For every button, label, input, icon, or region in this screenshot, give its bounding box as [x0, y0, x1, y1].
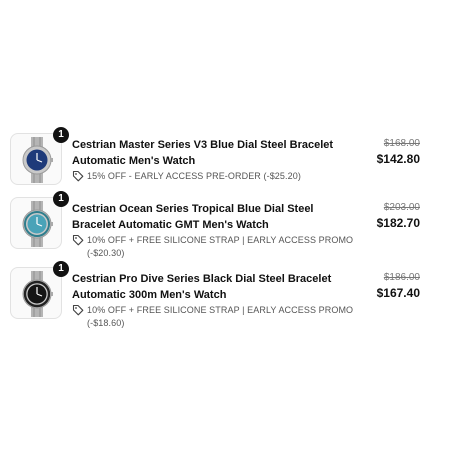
line-item: 1 Cestrian Ocean Series Tropical Blue Di…: [10, 191, 422, 258]
watch-image: [22, 137, 53, 183]
discount-label: 10% OFF + FREE SILICONE STRAP | EARLY AC…: [87, 235, 354, 258]
product-title: Cestrian Ocean Series Tropical Blue Dial…: [72, 203, 314, 231]
discount-row: 10% OFF + FREE SILICONE STRAP | EARLY AC…: [72, 304, 362, 330]
product-thumbnail: 1: [10, 127, 69, 185]
final-price: $167.40: [376, 286, 420, 300]
price-block: $203.00 $182.70: [350, 201, 420, 232]
product-thumbnail: 1: [10, 191, 69, 249]
price-block: $186.00 $167.40: [350, 271, 420, 302]
tag-icon: [72, 170, 84, 182]
quantity-badge: 1: [53, 127, 69, 143]
watch-image: [22, 271, 53, 317]
product-title: Cestrian Master Series V3 Blue Dial Stee…: [72, 139, 334, 167]
tag-icon: [72, 234, 84, 246]
discount-label: 15% OFF - EARLY ACCESS PRE-ORDER (-$25.2…: [87, 171, 301, 181]
product-title: Cestrian Pro Dive Series Black Dial Stee…: [72, 273, 332, 301]
final-price: $182.70: [376, 216, 420, 230]
compare-at-price: $168.00: [383, 138, 420, 149]
watch-image: [22, 201, 53, 247]
price-block: $168.00 $142.80: [350, 137, 420, 168]
compare-at-price: $186.00: [383, 272, 420, 283]
tag-icon: [72, 304, 84, 316]
final-price: $142.80: [376, 152, 420, 166]
line-item: 1 Cestrian Pro Dive Series Black Dial St…: [10, 261, 422, 328]
quantity-badge: 1: [53, 261, 69, 277]
line-item: 1 Cestrian Master Series V3 Blue Dial St…: [10, 127, 422, 191]
discount-row: 15% OFF - EARLY ACCESS PRE-ORDER (-$25.2…: [72, 170, 362, 183]
discount-row: 10% OFF + FREE SILICONE STRAP | EARLY AC…: [72, 234, 362, 260]
compare-at-price: $203.00: [383, 202, 420, 213]
quantity-badge: 1: [53, 191, 69, 207]
product-thumbnail: 1: [10, 261, 69, 319]
discount-label: 10% OFF + FREE SILICONE STRAP | EARLY AC…: [87, 305, 354, 328]
